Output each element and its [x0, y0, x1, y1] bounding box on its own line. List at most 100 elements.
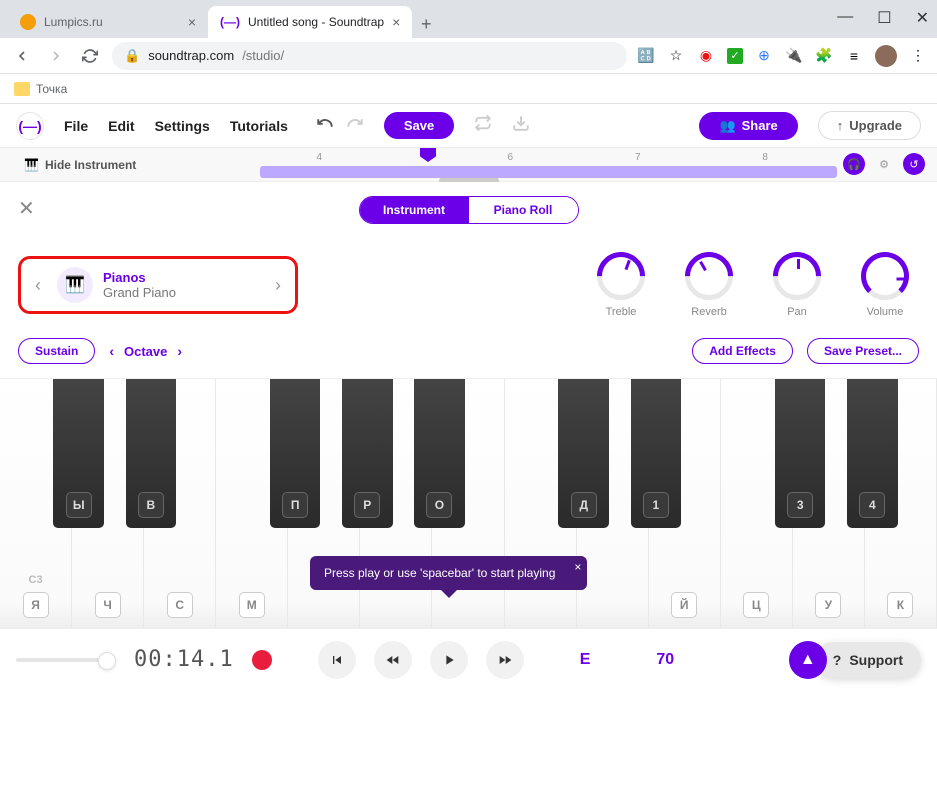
- save-preset-button[interactable]: Save Preset...: [807, 338, 919, 364]
- black-key[interactable]: В: [126, 379, 177, 528]
- key-label: У: [815, 592, 841, 618]
- transport-bar: 00:14.1 E 70 ▲ ? Support: [0, 628, 937, 690]
- key-label: Ч: [95, 592, 121, 618]
- prev-instrument-icon[interactable]: ‹: [29, 275, 47, 296]
- next-instrument-icon[interactable]: ›: [269, 275, 287, 296]
- key-label: С: [167, 592, 193, 618]
- tab-title: Untitled song - Soundtrap: [248, 15, 384, 29]
- ext-icon-1[interactable]: ◉: [697, 47, 715, 65]
- app-logo[interactable]: (—): [16, 112, 44, 140]
- tab-close-icon[interactable]: ×: [392, 14, 400, 30]
- back-button[interactable]: [10, 44, 34, 68]
- volume-slider[interactable]: [16, 658, 116, 662]
- favicon-soundtrap: (—): [220, 15, 240, 29]
- bookmark-item[interactable]: Точка: [36, 82, 67, 96]
- knob-reverb[interactable]: Reverb: [685, 252, 733, 318]
- black-key[interactable]: 3: [775, 379, 826, 528]
- metronome-button[interactable]: ▲: [789, 641, 827, 679]
- key-label: Ц: [743, 592, 769, 618]
- black-key[interactable]: Р: [342, 379, 393, 528]
- browser-tab-lumpics[interactable]: Lumpics.ru ×: [8, 6, 208, 38]
- share-icon: 👥: [719, 118, 735, 134]
- profile-avatar[interactable]: [875, 45, 897, 67]
- forward-button[interactable]: [44, 44, 68, 68]
- knob-volume[interactable]: Volume: [861, 252, 909, 318]
- download-button[interactable]: [512, 114, 530, 137]
- black-key[interactable]: Ы: [53, 379, 104, 528]
- close-panel-icon[interactable]: ✕: [18, 196, 35, 221]
- address-bar: 🔒 soundtrap.com/studio/ 🔠 ☆ ◉ ✓ ⊕ 🔌 🧩 ≡ …: [0, 38, 937, 74]
- instrument-category: Pianos: [103, 270, 269, 285]
- maximize-icon[interactable]: ☐: [877, 8, 891, 28]
- headphone-icon[interactable]: 🎧: [843, 153, 865, 175]
- audio-track[interactable]: [260, 166, 837, 178]
- black-key[interactable]: П: [270, 379, 321, 528]
- key-label: Й: [671, 592, 697, 618]
- tooltip-close-icon[interactable]: ×: [574, 560, 581, 574]
- history-icon[interactable]: ↺: [903, 153, 925, 175]
- black-key[interactable]: 1: [631, 379, 682, 528]
- star-icon[interactable]: ☆: [667, 47, 685, 65]
- tab-piano-roll[interactable]: Piano Roll: [469, 197, 578, 223]
- play-tooltip: Press play or use 'spacebar' to start pl…: [310, 556, 587, 590]
- knob-treble[interactable]: Treble: [597, 252, 645, 318]
- menu-icon[interactable]: ⋮: [909, 47, 927, 65]
- tempo-indicator[interactable]: 70: [656, 651, 674, 669]
- redo-button[interactable]: [346, 114, 364, 137]
- bookmarks-bar: Точка: [0, 74, 937, 104]
- browser-tab-soundtrap[interactable]: (—) Untitled song - Soundtrap ×: [208, 6, 412, 38]
- save-button[interactable]: Save: [384, 112, 454, 139]
- share-button[interactable]: 👥 Share: [699, 112, 797, 140]
- extension-icons: 🔠 ☆ ◉ ✓ ⊕ 🔌 🧩 ≡ ⋮: [637, 45, 927, 67]
- ext-icon-3[interactable]: ⊕: [755, 47, 773, 65]
- close-icon[interactable]: ✕: [916, 8, 929, 28]
- octave-up-icon[interactable]: ›: [177, 343, 182, 359]
- undo-button[interactable]: [316, 114, 334, 137]
- play-button[interactable]: [430, 641, 468, 679]
- help-icon: ?: [833, 652, 842, 668]
- key-indicator[interactable]: E: [580, 651, 591, 669]
- knob-pan[interactable]: Pan: [773, 252, 821, 318]
- translate-icon[interactable]: 🔠: [637, 47, 655, 65]
- new-tab-button[interactable]: +: [412, 10, 440, 38]
- customize-icon[interactable]: ≡: [845, 47, 863, 65]
- fast-forward-button[interactable]: [486, 641, 524, 679]
- minimize-icon[interactable]: —: [837, 8, 853, 28]
- menu-tutorials[interactable]: Tutorials: [230, 118, 288, 134]
- black-key[interactable]: 4: [847, 379, 898, 528]
- reload-button[interactable]: [78, 44, 102, 68]
- extensions-icon[interactable]: 🧩: [815, 47, 833, 65]
- key-label: К: [887, 592, 913, 618]
- timeline: 🎹 Hide Instrument 4 6 7 8 🎧 ⚙ ↺: [0, 148, 937, 182]
- key-label: Ы: [66, 492, 92, 518]
- skip-start-button[interactable]: [318, 641, 356, 679]
- ext-icon-2[interactable]: ✓: [727, 48, 743, 64]
- instrument-selector[interactable]: ‹ 🎹 Pianos Grand Piano ›: [18, 256, 298, 314]
- octave-label: Octave: [124, 344, 167, 359]
- tab-close-icon[interactable]: ×: [188, 14, 196, 30]
- add-effects-button[interactable]: Add Effects: [692, 338, 793, 364]
- key-label: М: [239, 592, 265, 618]
- sustain-button[interactable]: Sustain: [18, 338, 95, 364]
- ext-icon-4[interactable]: 🔌: [785, 47, 803, 65]
- tab-instrument[interactable]: Instrument: [360, 197, 469, 223]
- support-button[interactable]: ? Support: [815, 642, 921, 678]
- url-field[interactable]: 🔒 soundtrap.com/studio/: [112, 42, 627, 70]
- black-key[interactable]: Д: [558, 379, 609, 528]
- record-button[interactable]: [252, 650, 272, 670]
- octave-down-icon[interactable]: ‹: [109, 343, 114, 359]
- key-label: 4: [859, 492, 885, 518]
- black-key[interactable]: О: [414, 379, 465, 528]
- ruler-tick: 6: [508, 152, 514, 163]
- ruler[interactable]: 4 6 7 8: [240, 152, 877, 166]
- loop-button[interactable]: [474, 114, 492, 137]
- menu-edit[interactable]: Edit: [108, 118, 134, 134]
- menu-file[interactable]: File: [64, 118, 88, 134]
- tab-title: Lumpics.ru: [44, 15, 103, 29]
- gear-icon[interactable]: ⚙: [873, 153, 895, 175]
- upgrade-button[interactable]: ↑ Upgrade: [818, 111, 921, 140]
- hide-instrument-button[interactable]: 🎹 Hide Instrument: [0, 158, 160, 172]
- url-path: /studio/: [242, 48, 284, 63]
- menu-settings[interactable]: Settings: [155, 118, 210, 134]
- rewind-button[interactable]: [374, 641, 412, 679]
